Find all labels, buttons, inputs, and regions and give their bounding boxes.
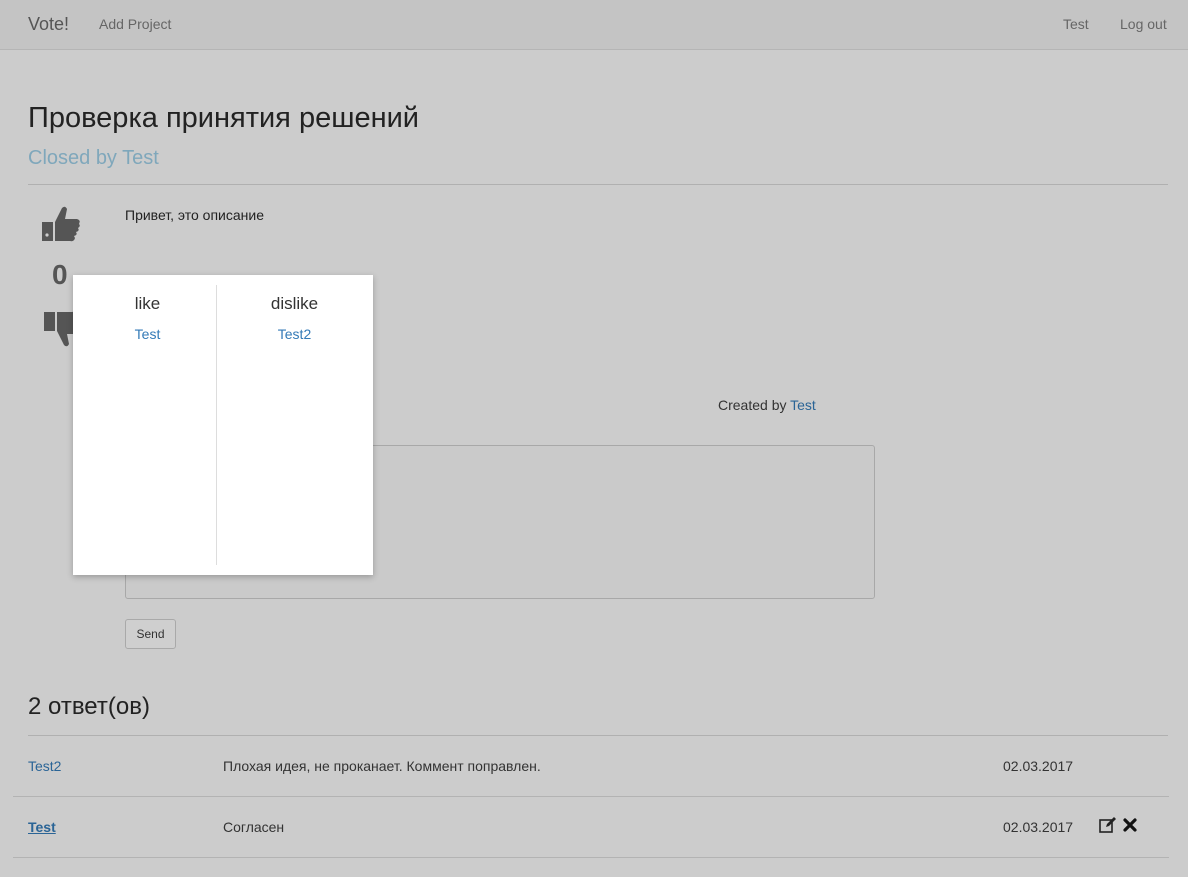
answer-date: 02.03.2017 bbox=[1003, 758, 1074, 774]
page-title: Проверка принятия решений bbox=[28, 102, 420, 134]
answer-text: Согласен bbox=[223, 819, 285, 835]
status-subtitle: Closed by Test bbox=[28, 147, 159, 170]
status-user: Test bbox=[122, 147, 159, 169]
created-prefix: Created by bbox=[718, 397, 791, 413]
delete-icon[interactable] bbox=[1123, 818, 1137, 832]
navbar: Vote! Add Project Test Log out bbox=[0, 0, 1188, 50]
votes-popup: like Test dislike Test2 bbox=[73, 275, 373, 575]
edit-icon[interactable] bbox=[1099, 817, 1117, 833]
vote-count: 0 bbox=[52, 259, 68, 290]
brand-link[interactable]: Vote! bbox=[28, 14, 69, 35]
send-button[interactable]: Send bbox=[125, 619, 176, 649]
like-column-title: like bbox=[134, 294, 161, 313]
created-by: Created by Test bbox=[718, 397, 816, 413]
user-link[interactable]: Test bbox=[1063, 16, 1089, 32]
answers-title: 2 ответ(ов) bbox=[28, 693, 150, 720]
answers-divider bbox=[28, 735, 1168, 736]
thumbs-up-icon[interactable] bbox=[40, 205, 82, 245]
created-user-link[interactable]: Test bbox=[790, 397, 816, 413]
header-divider bbox=[28, 184, 1168, 185]
dislike-column-title: dislike bbox=[270, 294, 319, 313]
logout-link[interactable]: Log out bbox=[1120, 16, 1167, 32]
row-divider bbox=[13, 796, 1169, 797]
like-user-link[interactable]: Test bbox=[76, 326, 219, 342]
popup-divider bbox=[216, 285, 217, 565]
answer-author-link[interactable]: Test bbox=[28, 819, 56, 835]
add-project-link[interactable]: Add Project bbox=[99, 16, 171, 32]
status-prefix: Closed by bbox=[28, 147, 123, 169]
row-divider bbox=[13, 857, 1169, 858]
answer-date: 02.03.2017 bbox=[1003, 819, 1074, 835]
answer-author-link[interactable]: Test2 bbox=[28, 758, 61, 774]
dislike-user-link[interactable]: Test2 bbox=[223, 326, 366, 342]
answer-text: Плохая идея, не проканает. Коммент попра… bbox=[223, 758, 541, 774]
project-description: Привет, это описание bbox=[125, 207, 264, 223]
